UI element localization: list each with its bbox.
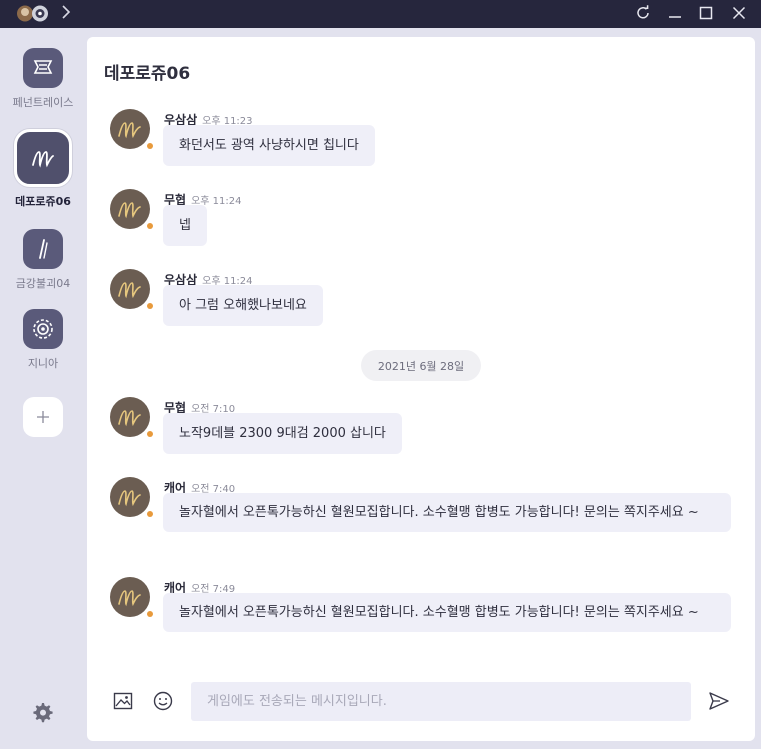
image-icon[interactable] bbox=[112, 690, 134, 712]
avatar[interactable] bbox=[110, 189, 150, 229]
plus-icon bbox=[37, 411, 49, 423]
gear-icon[interactable] bbox=[32, 702, 54, 724]
avatar[interactable] bbox=[110, 269, 150, 309]
sword-icon bbox=[23, 229, 63, 269]
server-item-deporoju06[interactable]: 데포로쥬06 bbox=[0, 129, 86, 209]
title-bar bbox=[0, 0, 761, 28]
avatar[interactable] bbox=[110, 109, 150, 149]
online-status-dot bbox=[147, 143, 153, 149]
online-status-dot bbox=[147, 303, 153, 309]
server-item-jinia[interactable]: 지니아 bbox=[0, 309, 86, 371]
chat-panel: 데포로쥬06 우삼삼 오후 11:23 화던서도 광역 사냥하시면 칩니다 무협 오… bbox=[87, 37, 755, 741]
message-bubble: 놀자혈에서 오픈톡가능하신 혈원모집합니다. 소수혈맹 합병도 가능합니다! 문… bbox=[163, 593, 731, 632]
chevron-right-icon[interactable] bbox=[58, 4, 74, 20]
message-bubble: 아 그럼 오해했나보네요 bbox=[163, 285, 323, 326]
pennant-race-icon bbox=[23, 48, 63, 88]
date-divider: 2021년 6월 28일 bbox=[361, 350, 481, 381]
online-status-dot bbox=[147, 223, 153, 229]
avatar[interactable] bbox=[110, 577, 150, 617]
add-server-button[interactable] bbox=[23, 397, 63, 437]
message-input[interactable] bbox=[191, 682, 691, 721]
server-sidebar: 페넌트레이스 데포로쥬06 금강불괴04 지니아 bbox=[0, 28, 86, 749]
close-icon[interactable] bbox=[728, 2, 750, 24]
server-label: 지니아 bbox=[27, 357, 59, 370]
message-bubble: 노작9데블 2300 9대검 2000 삽니다 bbox=[163, 413, 402, 454]
emoji-icon[interactable] bbox=[152, 690, 174, 712]
online-status-dot bbox=[147, 431, 153, 437]
guild-m-icon bbox=[14, 129, 72, 187]
server-item-pennant-race[interactable]: 페넌트레이스 bbox=[0, 48, 86, 110]
maximize-icon[interactable] bbox=[695, 2, 717, 24]
message-bubble: 화던서도 광역 사냥하시면 칩니다 bbox=[163, 125, 375, 166]
avatar[interactable] bbox=[110, 397, 150, 437]
server-label: 페넌트레이스 bbox=[12, 96, 74, 109]
user-avatar-icon[interactable] bbox=[16, 3, 50, 24]
online-status-dot bbox=[147, 511, 153, 517]
server-label: 금강불괴04 bbox=[15, 277, 71, 290]
server-item-geumgang04[interactable]: 금강불괴04 bbox=[0, 229, 86, 291]
page-title: 데포로쥬06 bbox=[104, 64, 191, 84]
avatar[interactable] bbox=[110, 477, 150, 517]
message-bubble: 놀자혈에서 오픈톡가능하신 혈원모집합니다. 소수혈맹 합병도 가능합니다! 문… bbox=[163, 493, 731, 532]
server-label: 데포로쥬06 bbox=[15, 195, 71, 208]
message-bubble: 넵 bbox=[163, 205, 207, 246]
minimize-icon[interactable] bbox=[664, 2, 686, 24]
online-status-dot bbox=[147, 611, 153, 617]
emblem-icon bbox=[23, 309, 63, 349]
send-icon[interactable] bbox=[707, 689, 731, 713]
refresh-icon[interactable] bbox=[632, 2, 654, 24]
